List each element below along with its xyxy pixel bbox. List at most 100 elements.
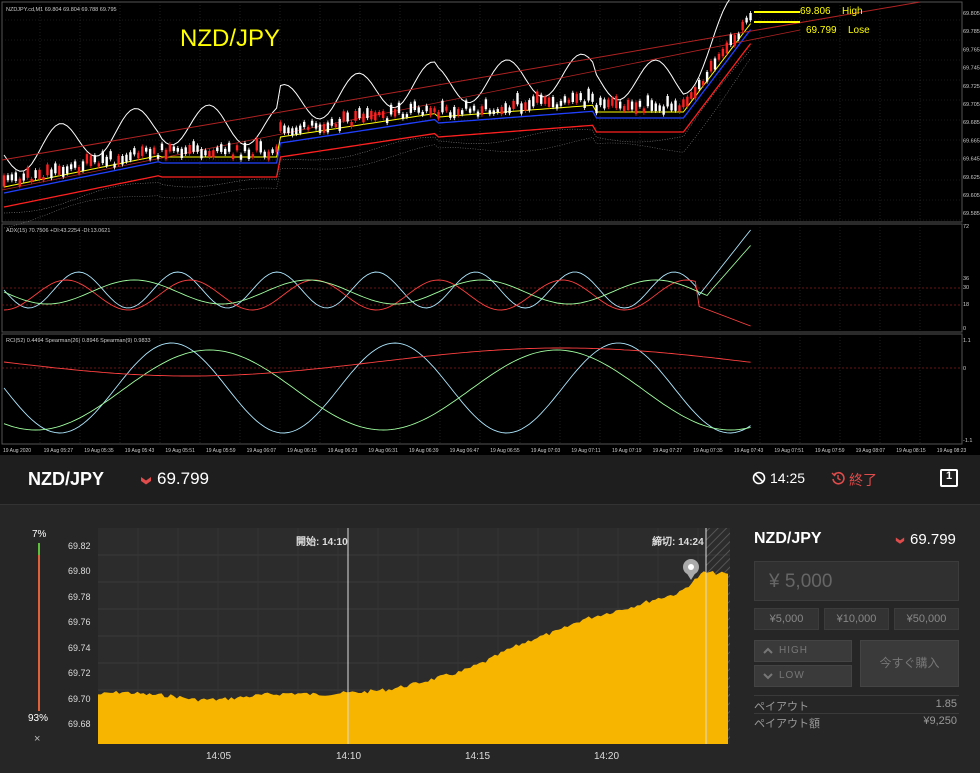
down-arrow-icon: [763, 673, 773, 680]
candle-body: [2, 175, 6, 187]
candle-body: [603, 99, 606, 109]
candle-body: [370, 110, 373, 120]
candle-body: [188, 145, 191, 154]
top-bar: NZD/JPY 69.799 14:25 終了 1: [0, 455, 980, 505]
candle-body: [235, 145, 239, 151]
time-axis-label: 19 Aug 07:59: [815, 448, 845, 454]
adx-label: ADX(15) 70.7506 +DI:43.2254 -DI:13.0621: [6, 228, 110, 234]
candle-body: [38, 169, 41, 180]
mt4-price-scale: 69.805 69.785 69.765 69.745 69.725 69.705 69.6…: [963, 11, 980, 444]
candle-body: [378, 111, 381, 116]
high-button[interactable]: HIGH: [754, 640, 852, 662]
candle-body: [310, 120, 314, 126]
price-scale-label: 69.625: [963, 175, 980, 181]
rci-scale-label: 0: [963, 366, 966, 372]
remaining-time: 14:25: [770, 470, 806, 486]
header-pair: NZD/JPY: [28, 469, 105, 489]
panel-pair: NZD/JPY: [754, 530, 822, 547]
candle-body: [698, 79, 701, 90]
candle-body: [358, 108, 361, 119]
candle-body: [504, 103, 507, 113]
adx-scale-label: 36: [963, 276, 969, 282]
candle-body: [350, 121, 353, 127]
gauge-close-button[interactable]: ×: [34, 733, 40, 745]
candle-body: [121, 156, 124, 165]
price-scale-label: 69.605: [963, 193, 980, 199]
candle-body: [540, 94, 543, 104]
time-axis-label: 19 Aug 06:07: [247, 448, 277, 454]
rci-panel-frame: [1, 333, 963, 445]
candle-body: [413, 101, 416, 111]
candle-body: [117, 155, 120, 165]
price-scale-label: 69.805: [963, 11, 980, 17]
candle-body: [622, 106, 626, 112]
candle-body: [532, 96, 535, 107]
candle-body: [10, 174, 14, 181]
candle-body: [516, 93, 519, 105]
candle-body: [468, 108, 472, 113]
candle-body: [528, 100, 531, 111]
candle-body: [686, 96, 689, 107]
low-button[interactable]: LOW: [754, 665, 852, 687]
gauge-high-bar: [38, 543, 40, 555]
candle-body: [634, 102, 638, 114]
price-scale-label: 69.785: [963, 29, 980, 35]
current-price-marker: [683, 559, 699, 580]
time-axis-label: 19 Aug 06:15: [287, 448, 317, 454]
candle-body: [271, 149, 274, 154]
candle-body: [729, 34, 732, 46]
chip-50000[interactable]: ¥50,000: [894, 608, 959, 630]
lagging-span-line: [3, 0, 730, 172]
candle-body: [401, 113, 405, 119]
candle-body: [417, 107, 420, 113]
candle-body: [421, 111, 424, 116]
candle-body: [54, 163, 57, 174]
candle-body: [405, 114, 409, 118]
gauge-low-bar: [38, 555, 40, 711]
chip-10000[interactable]: ¥10,000: [824, 608, 889, 630]
rci-label: RCI(52) 0.4494 Spearman(26) 0.8946 Spear…: [6, 338, 151, 344]
price-area-chart: [98, 528, 730, 744]
mt4-chart-window: 69.805 69.785 69.765 69.745 69.725 69.705 69.6…: [0, 0, 980, 455]
end-button[interactable]: 終了: [849, 470, 877, 490]
candle-body: [385, 118, 389, 124]
candle-body: [6, 175, 10, 181]
payout-label: ペイアウト: [754, 701, 809, 713]
candle-body: [287, 127, 290, 134]
candle-body: [575, 93, 578, 103]
amount-input[interactable]: ¥ 5,000: [754, 561, 959, 601]
time-axis-label: 19 Aug 08:15: [896, 448, 926, 454]
candle-body: [694, 87, 697, 99]
candle-body: [682, 99, 685, 108]
candle-body: [314, 123, 318, 129]
chip-5000[interactable]: ¥5,000: [754, 608, 819, 630]
candle-body: [200, 148, 203, 159]
candle-body: [587, 88, 590, 101]
price-scale-label: 69.725: [963, 84, 980, 90]
area-chart-svg: [98, 528, 730, 744]
candle-body: [382, 111, 385, 119]
cloud-line: [3, 57, 751, 229]
candle-body: [749, 12, 752, 21]
rci-short-line: [3, 342, 751, 434]
lose-label: Lose: [848, 25, 870, 36]
candle-body: [255, 138, 258, 151]
gauge-high-pct: 7%: [32, 529, 47, 540]
candle-body: [725, 42, 729, 54]
expand-button[interactable]: 1: [940, 469, 958, 487]
candle-body: [346, 112, 349, 122]
candle-body: [66, 166, 69, 174]
y-tick-label: 69.74: [68, 642, 91, 653]
candle-body: [168, 143, 172, 152]
adx-scale-label: 18: [963, 302, 969, 308]
panel-rate: 69.799: [910, 531, 956, 548]
candle-body: [46, 164, 49, 176]
candle-body: [295, 127, 298, 135]
buy-now-button[interactable]: 今すぐ購入: [860, 640, 959, 687]
candle-body: [520, 103, 523, 114]
candle-body: [85, 154, 89, 164]
candle-body: [14, 172, 18, 181]
adx-scale-label: 0: [963, 326, 966, 332]
candle-body: [524, 102, 527, 111]
candle-body: [125, 154, 128, 162]
